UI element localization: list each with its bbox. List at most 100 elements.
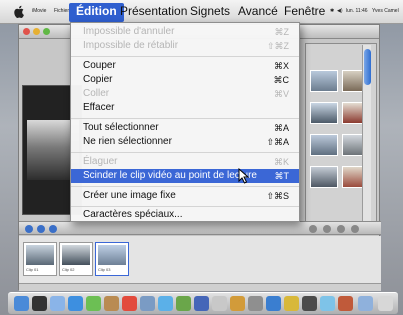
menu-item-shortcut: ⌘C (273, 75, 290, 85)
menu-item-create-still[interactable]: Créer une image fixe ⇧⌘S (71, 189, 299, 203)
play-button[interactable] (37, 225, 45, 233)
clip-image (26, 245, 54, 265)
menu-item-undo: Impossible d'annuler ⌘Z (71, 25, 299, 39)
system-preferences-icon[interactable] (248, 296, 263, 311)
menu-item-clear[interactable]: Effacer (71, 101, 299, 115)
menu-item-paste: Coller ⌘V (71, 87, 299, 101)
idvd-icon[interactable] (212, 296, 227, 311)
dashboard-icon[interactable] (32, 296, 47, 311)
menu-item-select-none[interactable]: Ne rien sélectionner ⇧⌘A (71, 135, 299, 149)
menu-item-label: Ne rien sélectionner (83, 136, 172, 147)
menu-item-crop: Élaguer ⌘K (71, 155, 299, 169)
rewind-button[interactable] (25, 225, 33, 233)
app-icon[interactable] (284, 296, 299, 311)
folder-icon[interactable] (358, 296, 373, 311)
trash-icon[interactable] (378, 296, 393, 311)
menu-item-shortcut: ⇧⌘A (266, 137, 289, 147)
menu-bar: iMovie Fichier Édition Présentation Sign… (0, 0, 403, 24)
timeline-clip[interactable]: Clip 01 (23, 242, 57, 276)
mail-icon[interactable] (50, 296, 65, 311)
menubar-clock[interactable]: lun. 11:46 (346, 8, 368, 14)
menubar-user[interactable]: Yves Camel (372, 8, 399, 14)
app-icon[interactable] (266, 296, 281, 311)
bluetooth-icon[interactable]: ✱ (330, 8, 334, 14)
safari-icon[interactable] (68, 296, 83, 311)
itunes-icon[interactable] (158, 296, 173, 311)
clip-image (62, 245, 90, 265)
app-icon[interactable] (338, 296, 353, 311)
menu-item-shortcut: ⌘V (273, 89, 289, 99)
garageband-icon[interactable] (230, 296, 245, 311)
apple-icon[interactable] (14, 5, 25, 18)
menu-item-shortcut: ⌘T (274, 171, 290, 181)
menu-item-special-chars[interactable]: Caractères spéciaux... (71, 208, 299, 222)
menu-item-label: Impossible de rétablir (83, 40, 179, 51)
menu-separator (71, 118, 299, 119)
volume-icon[interactable]: ◀) (337, 8, 343, 14)
clip-thumbnail[interactable] (310, 134, 338, 156)
timeline-clip[interactable]: Clip 02 (59, 242, 93, 276)
menu-imovie[interactable]: iMovie (32, 8, 46, 14)
menu-item-shortcut: ⌘Z (274, 27, 290, 37)
zoom-window-button[interactable] (43, 28, 50, 35)
menu-separator (71, 206, 299, 207)
finder-icon[interactable] (14, 296, 29, 311)
imovie-icon[interactable] (194, 296, 209, 311)
audio-tab-button[interactable] (337, 225, 345, 233)
menu-item-select-all[interactable]: Tout sélectionner ⌘A (71, 121, 299, 135)
menu-item-label: Caractères spéciaux... (83, 209, 183, 220)
scrollbar-thumb[interactable] (364, 49, 371, 85)
preview-icon[interactable] (140, 296, 155, 311)
menu-separator (71, 152, 299, 153)
playback-controls (19, 221, 381, 235)
menu-item-label: Impossible d'annuler (83, 26, 175, 37)
clips-tab-button[interactable] (309, 225, 317, 233)
menu-item-label: Copier (83, 74, 113, 85)
photos-tab-button[interactable] (323, 225, 331, 233)
menu-fenetre[interactable]: Fenêtre (284, 4, 325, 18)
menu-item-label: Tout sélectionner (83, 122, 159, 133)
clip-name: Clip 01 (26, 267, 39, 272)
forward-button[interactable] (49, 225, 57, 233)
address-book-icon[interactable] (104, 296, 119, 311)
menu-item-split-clip[interactable]: Scinder le clip vidéo au point de lectur… (71, 169, 299, 183)
status-bar (19, 283, 381, 291)
clip-image (98, 245, 126, 265)
titles-tab-button[interactable] (351, 225, 359, 233)
clip-thumbnail[interactable] (310, 70, 338, 92)
menu-separator (71, 56, 299, 57)
clip-name: Clip 03 (98, 267, 111, 272)
ichat-icon[interactable] (86, 296, 101, 311)
menu-item-label: Effacer (83, 102, 115, 113)
menu-item-cut[interactable]: Couper ⌘X (71, 59, 299, 73)
menu-presentation[interactable]: Présentation (120, 4, 187, 18)
menu-edition[interactable]: Édition (69, 3, 124, 22)
menu-item-label: Élaguer (83, 156, 118, 167)
edition-menu: Impossible d'annuler ⌘Z Impossible de ré… (70, 22, 300, 222)
clip-name: Clip 02 (62, 267, 75, 272)
mouse-pointer-icon (238, 168, 250, 184)
menu-item-copy[interactable]: Copier ⌘C (71, 73, 299, 87)
minimize-window-button[interactable] (33, 28, 40, 35)
menu-item-redo: Impossible de rétablir ⇧⌘Z (71, 39, 299, 53)
menu-fichier[interactable]: Fichier (54, 8, 69, 14)
ical-icon[interactable] (122, 296, 137, 311)
dock (8, 292, 398, 314)
menu-item-label: Créer une image fixe (83, 190, 176, 201)
close-window-button[interactable] (23, 28, 30, 35)
desktop: Clip 01 Clip 02 Clip 03 iMovie Fichier É… (0, 0, 403, 315)
clip-thumbnail[interactable] (310, 166, 338, 188)
app-icon[interactable] (320, 296, 335, 311)
menu-item-shortcut: ⌘A (273, 123, 289, 133)
menu-avance[interactable]: Avancé (238, 4, 278, 18)
menu-signets[interactable]: Signets (190, 4, 230, 18)
menu-separator (71, 186, 299, 187)
menu-item-shortcut: ⇧⌘Z (266, 41, 289, 51)
timeline-clip[interactable]: Clip 03 (95, 242, 129, 276)
app-icon[interactable] (302, 296, 317, 311)
clip-thumbnail[interactable] (310, 102, 338, 124)
clips-scrollbar[interactable] (362, 45, 371, 221)
menu-item-shortcut: ⌘K (273, 157, 289, 167)
iphoto-icon[interactable] (176, 296, 191, 311)
menu-item-shortcut: ⌘X (273, 61, 289, 71)
